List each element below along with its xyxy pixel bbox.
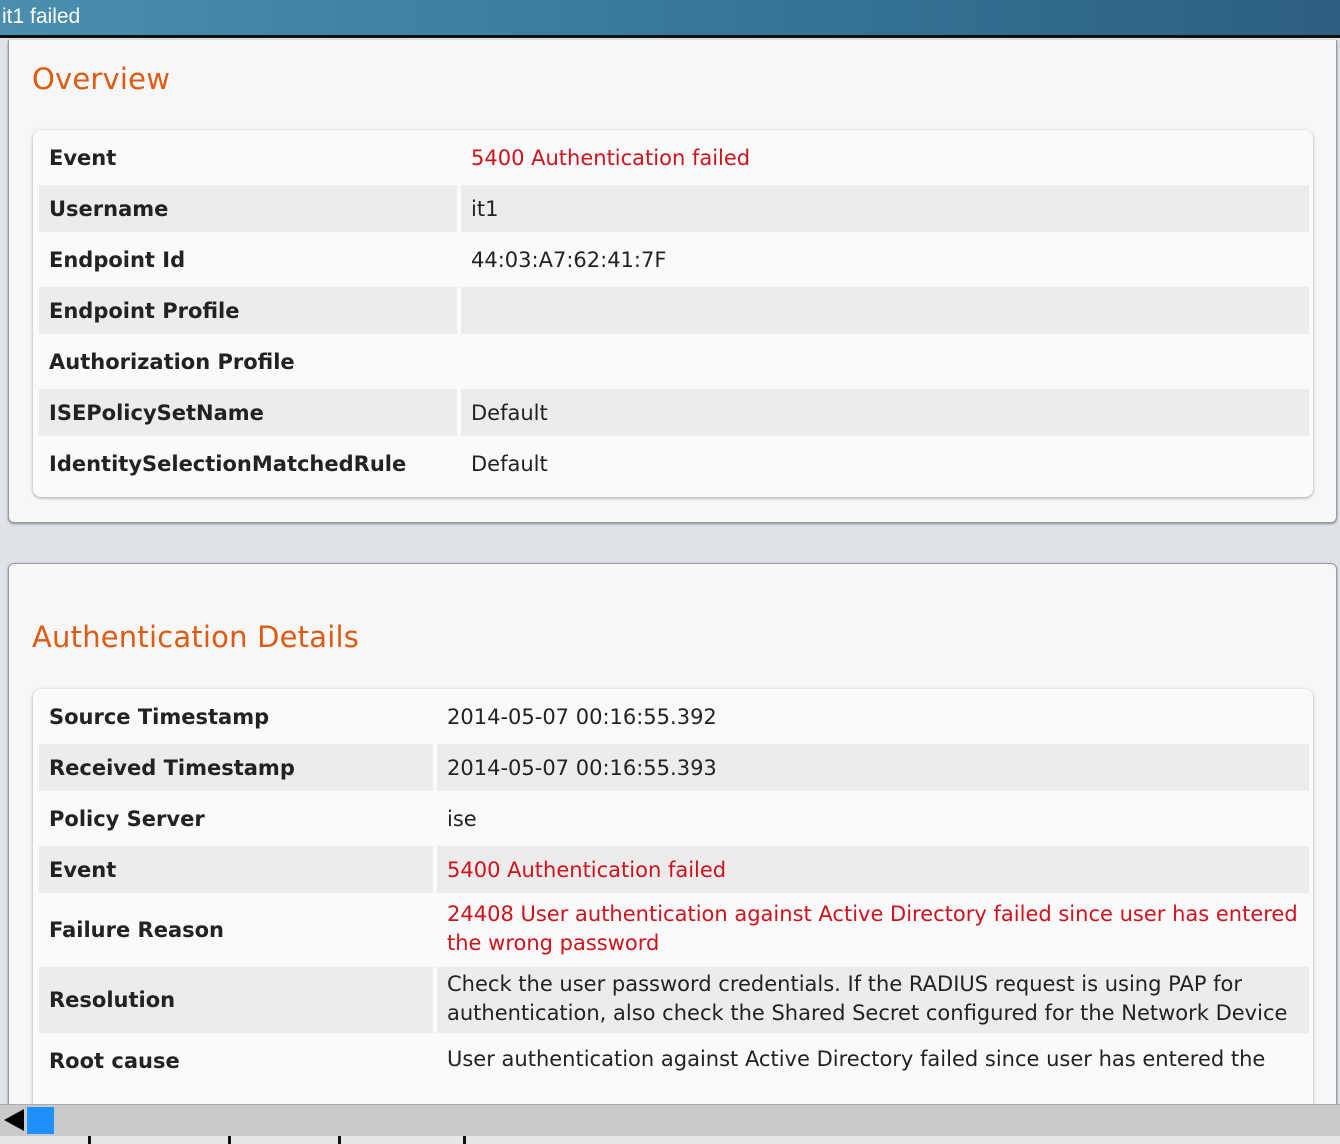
row-value: 2014-05-07 00:16:55.392 xyxy=(447,704,717,729)
table-row: Endpoint Id 44:03:A7:62:41:7F xyxy=(39,236,1309,283)
window-title: it1 failed xyxy=(2,5,81,28)
row-value: Default xyxy=(471,451,548,476)
auth-details-table-card: Source Timestamp 2014-05-07 00:16:55.392… xyxy=(33,689,1313,1129)
overview-panel: Overview Event 5400 Authentication faile… xyxy=(8,40,1337,523)
row-label: Root cause xyxy=(49,1048,180,1073)
table-row: Resolution Check the user password crede… xyxy=(39,967,1309,1033)
row-label: Resolution xyxy=(39,967,437,1033)
bottom-strip xyxy=(0,1136,1340,1144)
table-row: Policy Server ise xyxy=(39,795,1309,842)
row-value: ise xyxy=(447,806,477,831)
table-row: Event 5400 Authentication failed xyxy=(39,134,1309,181)
row-label: ISEPolicySetName xyxy=(39,389,461,436)
table-row: Authorization Profile xyxy=(39,338,1309,385)
row-value: 5400 Authentication failed xyxy=(437,846,1309,893)
scroll-thumb[interactable] xyxy=(27,1107,54,1134)
row-label: Endpoint Profile xyxy=(39,287,461,334)
row-value xyxy=(461,338,1309,385)
table-row: Username it1 xyxy=(39,185,1309,232)
row-label: IdentitySelectionMatchedRule xyxy=(49,451,407,476)
table-row: Source Timestamp 2014-05-07 00:16:55.392 xyxy=(39,693,1309,740)
row-value: Check the user password credentials. If … xyxy=(437,967,1309,1033)
auth-details-panel: Authentication Details Source Timestamp … xyxy=(8,563,1337,1129)
overview-table: Event 5400 Authentication failed Usernam… xyxy=(39,130,1309,491)
row-value: 44:03:A7:62:41:7F xyxy=(471,247,667,272)
row-value: Default xyxy=(461,389,1309,436)
horizontal-scrollbar[interactable] xyxy=(0,1104,1340,1137)
table-row: IdentitySelectionMatchedRule Default xyxy=(39,440,1309,487)
table-row: Event 5400 Authentication failed xyxy=(39,846,1309,893)
table-row: Failure Reason 24408 User authentication… xyxy=(39,897,1309,963)
row-value xyxy=(461,287,1309,334)
window-titlebar: it1 failed xyxy=(0,0,1340,38)
row-label: Authorization Profile xyxy=(49,349,295,374)
row-value: 5400 Authentication failed xyxy=(471,145,751,170)
row-value: User authentication against Active Direc… xyxy=(447,1047,1266,1071)
row-label: Event xyxy=(39,846,437,893)
row-label: Event xyxy=(49,145,117,170)
auth-details-heading: Authentication Details xyxy=(32,620,360,654)
row-label: Username xyxy=(39,185,461,232)
row-label: Policy Server xyxy=(49,806,205,831)
row-label: Endpoint Id xyxy=(49,247,186,272)
table-row: ISEPolicySetName Default xyxy=(39,389,1309,436)
row-value: 2014-05-07 00:16:55.393 xyxy=(437,744,1309,791)
row-label: Source Timestamp xyxy=(49,704,270,729)
auth-details-table: Source Timestamp 2014-05-07 00:16:55.392… xyxy=(39,689,1309,1088)
overview-heading: Overview xyxy=(32,62,171,96)
table-row: Received Timestamp 2014-05-07 00:16:55.3… xyxy=(39,744,1309,791)
row-value: 24408 User authentication against Active… xyxy=(447,902,1298,955)
row-label: Failure Reason xyxy=(49,918,225,942)
scroll-left-arrow-icon[interactable] xyxy=(4,1109,24,1131)
row-value: it1 xyxy=(461,185,1309,232)
overview-table-card: Event 5400 Authentication failed Usernam… xyxy=(33,130,1313,497)
table-row: Endpoint Profile xyxy=(39,287,1309,334)
table-row: Root cause User authentication against A… xyxy=(39,1037,1309,1084)
row-label: Received Timestamp xyxy=(39,744,437,791)
